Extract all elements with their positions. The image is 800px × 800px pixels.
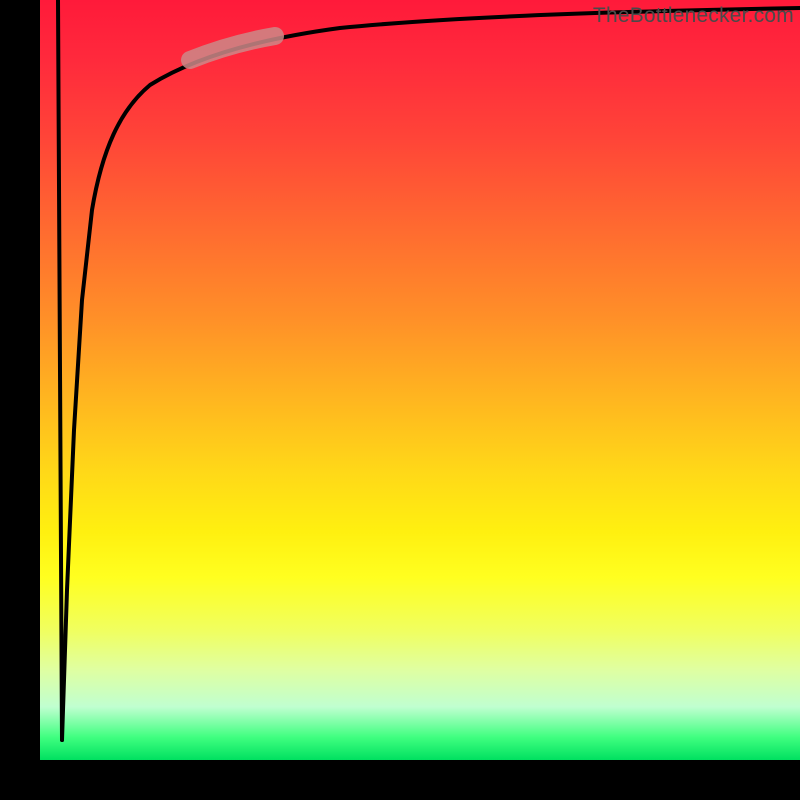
chart-frame: TheBottlenecker.com [40,0,800,760]
chart-svg [40,0,800,760]
curve-up [62,8,800,740]
highlight-segment [190,36,275,60]
watermark-text: TheBottlenecker.com [593,4,794,28]
curve-down [58,0,62,740]
